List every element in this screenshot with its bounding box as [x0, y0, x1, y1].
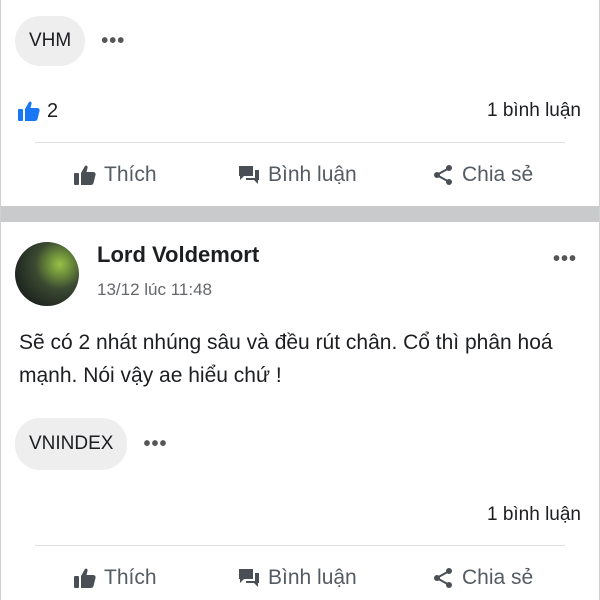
prev-post-reactions: 2 1 bình luận — [17, 96, 581, 126]
more-icon[interactable]: ••• — [143, 434, 167, 454]
prev-post-action-bar: Thích Bình luận Chia sẻ — [1, 157, 599, 193]
post-action-bar: Thích Bình luận Chia sẻ — [1, 560, 599, 596]
like-button[interactable]: Thích — [73, 566, 157, 590]
share-button[interactable]: Chia sẻ — [431, 163, 533, 187]
share-button[interactable]: Chia sẻ — [431, 566, 533, 590]
post-text: Sẽ có 2 nhát nhúng sâu và đều rút chân. … — [19, 331, 553, 387]
chat-bubble-icon — [239, 166, 259, 184]
stock-tag-label: VNINDEX — [29, 433, 114, 454]
avatar[interactable] — [15, 242, 79, 306]
feed-container: VHM ••• 2 1 bình luận Thích Bình luận Ch… — [0, 0, 600, 600]
thumbs-up-icon — [18, 101, 40, 121]
comment-button-label: Bình luận — [268, 163, 357, 186]
comment-button[interactable]: Bình luận — [237, 566, 357, 590]
share-button-label: Chia sẻ — [462, 566, 534, 589]
share-icon — [434, 165, 452, 185]
share-button-label: Chia sẻ — [462, 163, 534, 186]
post-more-icon[interactable]: ••• — [553, 248, 577, 271]
prev-post-tag-row: VHM ••• — [15, 16, 125, 66]
comment-count[interactable]: 1 bình luận — [487, 504, 581, 526]
stock-tag-vnindex[interactable]: VNINDEX — [15, 418, 128, 470]
like-button-label: Thích — [104, 566, 157, 589]
more-icon[interactable]: ••• — [101, 31, 125, 51]
stock-tag-label: VHM — [29, 30, 72, 51]
chat-bubble-icon — [239, 569, 259, 587]
comment-button-label: Bình luận — [268, 566, 357, 589]
thumbs-up-icon — [74, 568, 96, 588]
share-icon — [434, 568, 452, 588]
thumbs-up-icon — [74, 165, 96, 185]
like-count-value: 2 — [47, 99, 59, 122]
stock-tag-vhm[interactable]: VHM — [15, 16, 86, 66]
post-tag-row: VNINDEX ••• — [15, 418, 167, 470]
comment-count[interactable]: 1 bình luận — [487, 100, 581, 122]
comment-button[interactable]: Bình luận — [237, 163, 357, 187]
post-author[interactable]: Lord Voldemort — [97, 242, 259, 268]
like-summary[interactable]: 2 — [17, 100, 58, 123]
like-button-label: Thích — [104, 163, 157, 186]
divider — [35, 142, 565, 143]
divider — [35, 545, 565, 546]
like-button[interactable]: Thích — [73, 163, 157, 187]
post-timestamp[interactable]: 13/12 lúc 11:48 — [97, 280, 212, 300]
post-separator — [1, 206, 599, 222]
